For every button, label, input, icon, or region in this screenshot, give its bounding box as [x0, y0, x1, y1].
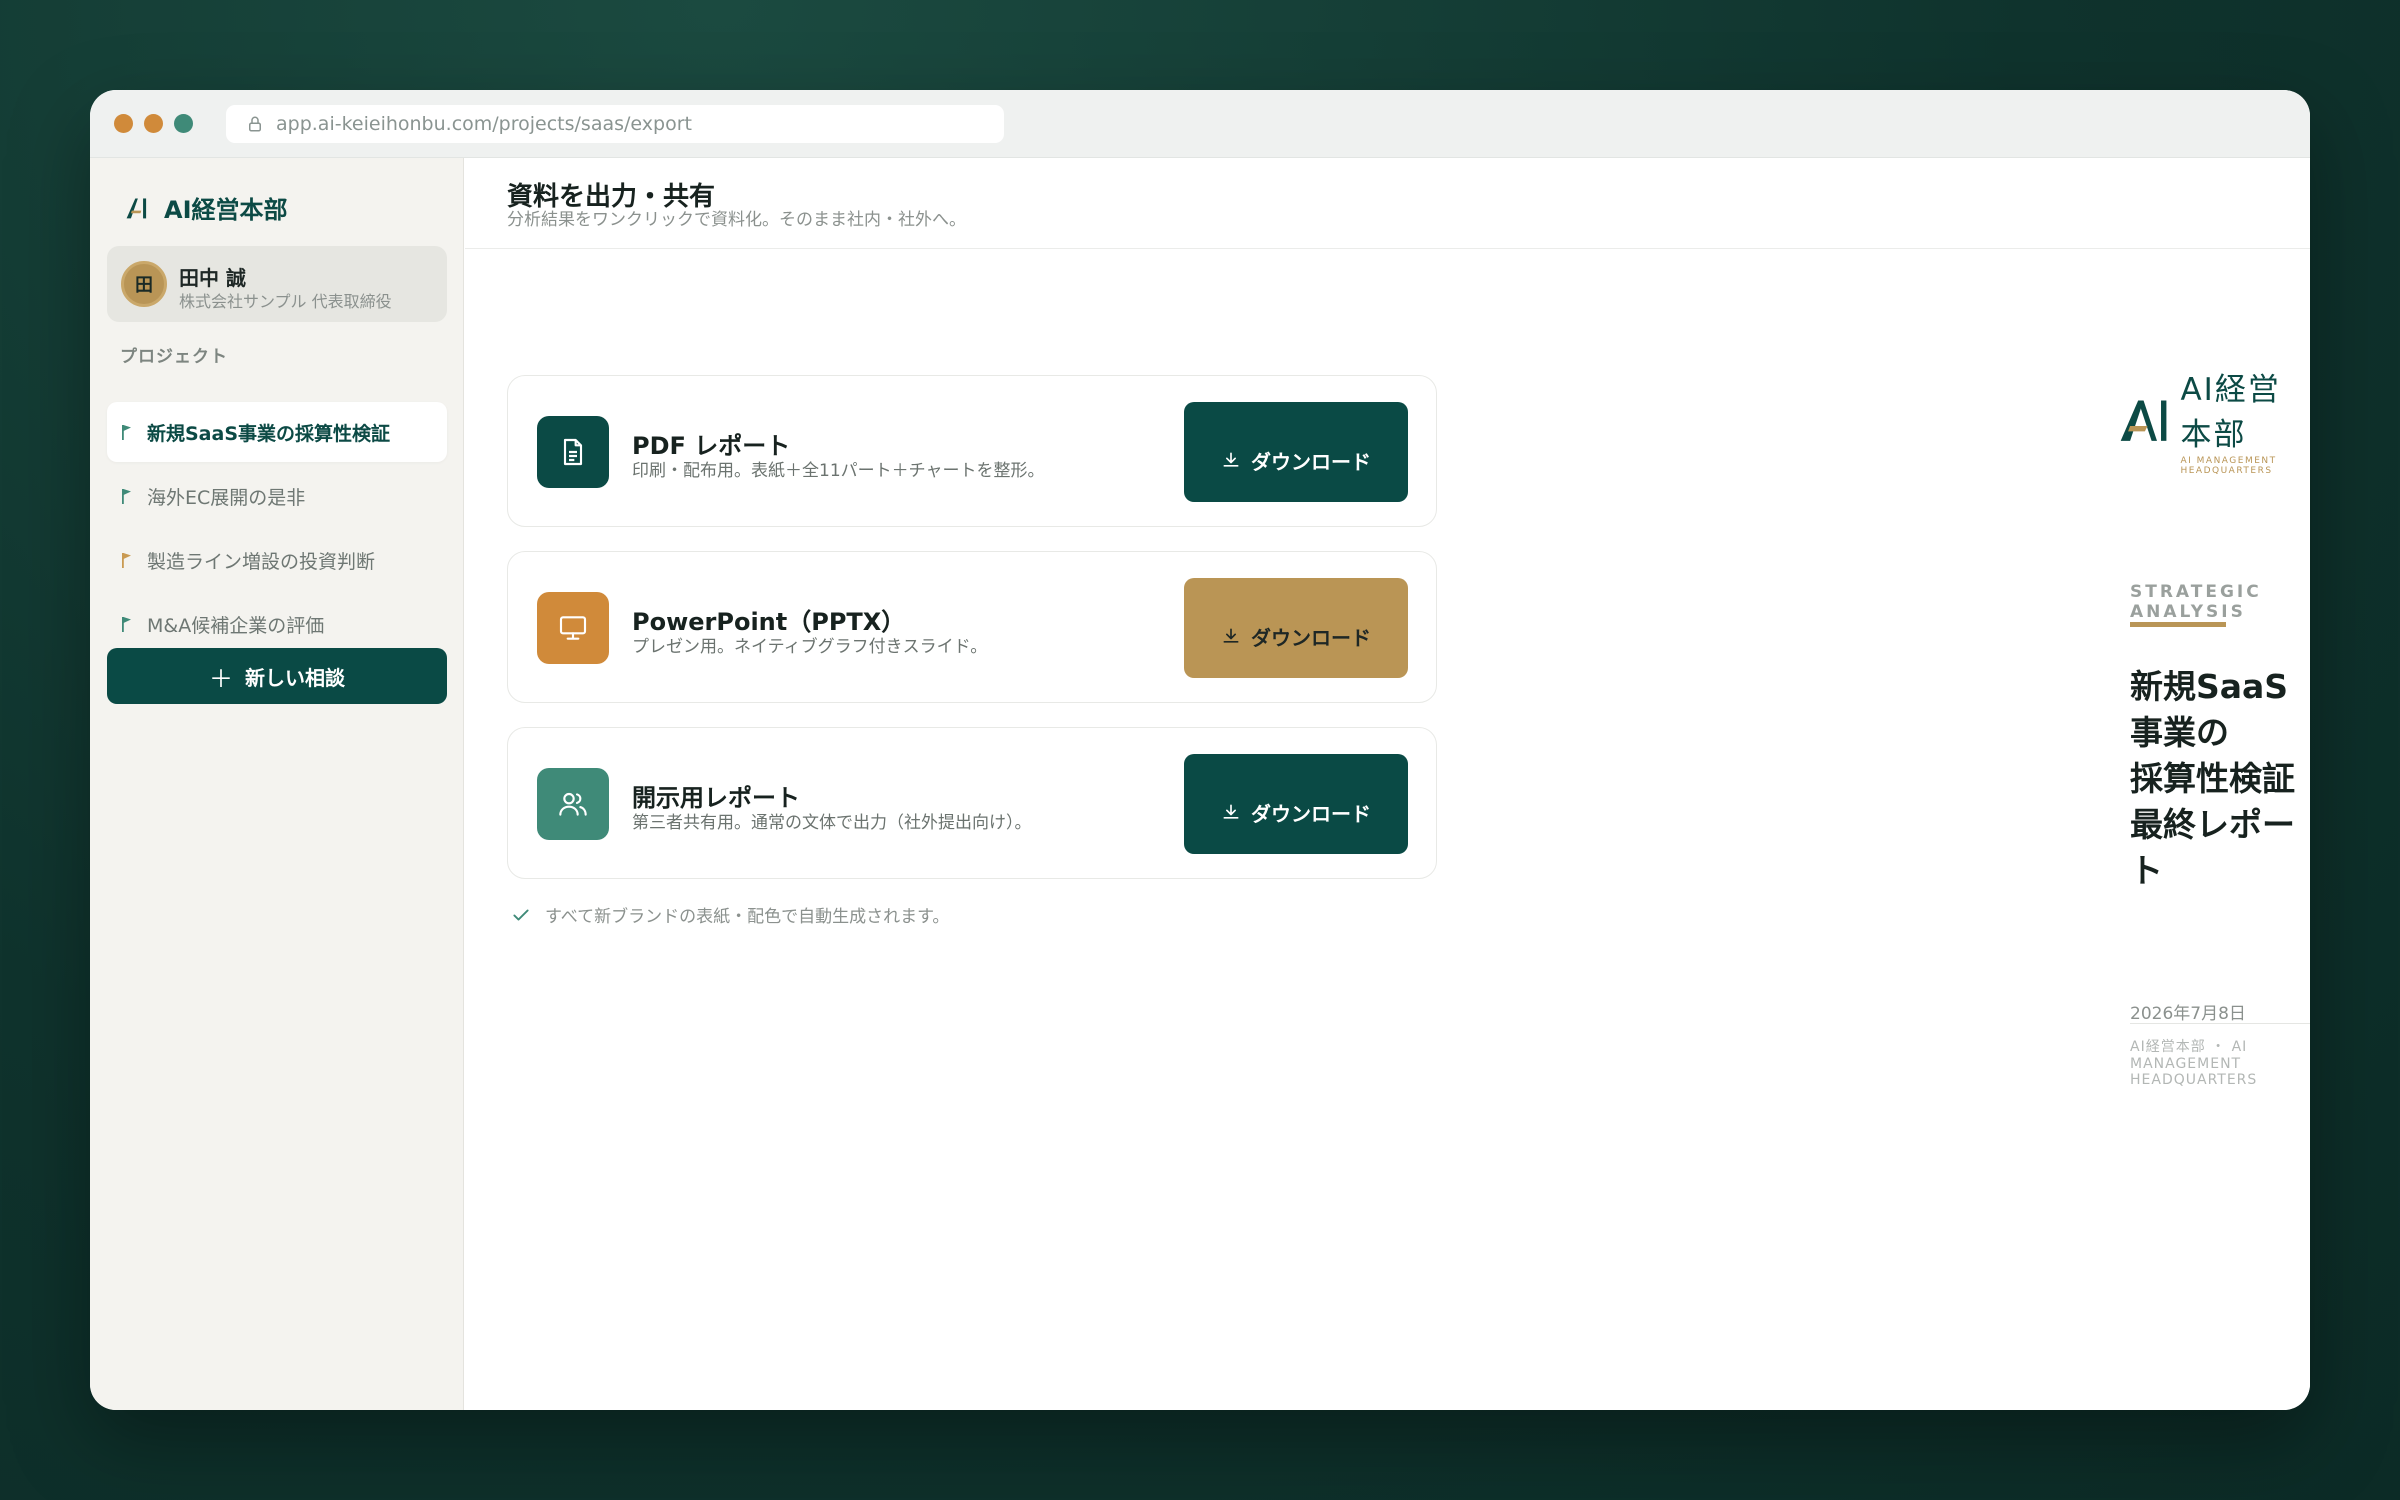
new-consultation-label: 新しい相談 — [245, 665, 345, 690]
report-cover-preview: AI経営本部 AI MANAGEMENT HEADQUARTERS STRATE… — [1730, 158, 2310, 1410]
brand-logo-icon — [2120, 400, 2167, 441]
sidebar-project-saas[interactable]: 新規SaaS事業の採算性検証 — [107, 402, 447, 462]
preview-date: 2026年7月8日 — [2130, 1004, 2246, 1024]
brand-name: AI経営本部 — [164, 196, 288, 224]
download-disclosure-button[interactable]: ダウンロード — [1184, 754, 1408, 854]
export-card-pptx: PowerPoint（PPTX） プレゼン用。ネイティブグラフ付きスライド。 ダ… — [507, 551, 1437, 703]
users-icon — [537, 768, 609, 840]
preview-eyebrow: STRATEGIC ANALYSIS — [2130, 582, 2262, 622]
browser-window: app.ai-keieihonbu.com/projects/saas/expo… — [90, 90, 2310, 1410]
flag-icon — [122, 617, 131, 632]
preview-logo-sub: AI MANAGEMENT HEADQUARTERS — [2180, 456, 2277, 476]
page-subtitle: 分析結果をワンクリックで資料化。そのまま社内・社外へ。 — [507, 210, 966, 230]
flag-icon — [122, 553, 131, 568]
download-pdf-button[interactable]: ダウンロード — [1184, 402, 1408, 502]
url-text: app.ai-keieihonbu.com/projects/saas/expo… — [276, 113, 692, 135]
new-consultation-button[interactable]: ＋ 新しい相談 — [107, 648, 447, 704]
export-card-desc: 印刷・配布用。表紙＋全11パート＋チャートを整形。 — [632, 461, 1045, 481]
preview-footer: AI経営本部 ・ AI MANAGEMENT HEADQUARTERS — [2130, 1039, 2258, 1088]
sidebar-project-label: M&A候補企業の評価 — [147, 614, 325, 637]
download-label: ダウンロード — [1251, 625, 1371, 650]
sidebar-project-manufacturing[interactable]: 製造ライン増設の投資判断 — [107, 530, 447, 590]
flag-icon — [122, 425, 131, 440]
export-card-disclosure: 開示用レポート 第三者共有用。通常の文体で出力（社外提出向け）。 ダウンロード — [507, 727, 1437, 879]
preview-title: 新規SaaS事業の 採算性検証 最終レポート — [2130, 664, 2310, 894]
projects-section-label: プロジェクト — [120, 347, 228, 367]
main-content: 資料を出力・共有 分析結果をワンクリックで資料化。そのまま社内・社外へ。 PDF… — [465, 158, 2310, 1410]
sidebar-project-ma[interactable]: M&A候補企業の評価 — [107, 594, 447, 654]
window-maximize-dot[interactable] — [174, 114, 193, 133]
window-close-dot[interactable] — [114, 114, 133, 133]
lock-icon — [249, 116, 261, 132]
sidebar-project-label: 海外EC展開の是非 — [147, 486, 306, 509]
url-bar[interactable]: app.ai-keieihonbu.com/projects/saas/expo… — [226, 105, 1004, 143]
download-icon — [1223, 628, 1239, 643]
user-name: 田中 誠 — [179, 266, 246, 290]
download-pptx-button[interactable]: ダウンロード — [1184, 578, 1408, 678]
window-minimize-dot[interactable] — [144, 114, 163, 133]
preview-accent-bar — [2130, 622, 2226, 627]
user-role: 株式会社サンプル 代表取締役 — [179, 292, 392, 311]
preview-divider — [2130, 1023, 2310, 1024]
auto-generation-note: すべて新ブランドの表紙・配色で自動生成されます。 — [511, 902, 949, 927]
export-card-pdf: PDF レポート 印刷・配布用。表紙＋全11パート＋チャートを整形。 ダウンロー… — [507, 375, 1437, 527]
avatar: 田 — [121, 261, 167, 307]
document-icon — [537, 416, 609, 488]
preview-title-line1: 新規SaaS事業の — [2130, 667, 2289, 752]
preview-logo-text: AI経営本部 — [2180, 372, 2281, 453]
sidebar-project-ec[interactable]: 海外EC展開の是非 — [107, 466, 447, 526]
brand[interactable]: AI経営本部 — [124, 190, 288, 225]
download-icon — [1223, 804, 1239, 819]
brand-logo-icon — [126, 197, 147, 218]
sidebar-project-label: 製造ライン増設の投資判断 — [147, 550, 376, 573]
sidebar: AI経営本部 田 田中 誠 株式会社サンプル 代表取締役 プロジェクト 新規Sa… — [90, 158, 464, 1410]
flag-icon — [122, 489, 131, 504]
preview-title-line2: 採算性検証 最終レポート — [2130, 759, 2295, 890]
download-label: ダウンロード — [1251, 801, 1371, 826]
preview-logo: AI経営本部 AI MANAGEMENT HEADQUARTERS — [2118, 364, 2310, 476]
export-card-desc: 第三者共有用。通常の文体で出力（社外提出向け）。 — [632, 813, 1032, 833]
plus-icon: ＋ — [209, 664, 233, 693]
check-icon — [513, 909, 529, 920]
monitor-icon — [537, 592, 609, 664]
browser-titlebar: app.ai-keieihonbu.com/projects/saas/expo… — [90, 90, 2310, 158]
user-card[interactable]: 田 田中 誠 株式会社サンプル 代表取締役 — [107, 246, 447, 322]
download-icon — [1223, 452, 1239, 467]
note-text: すべて新ブランドの表紙・配色で自動生成されます。 — [545, 907, 950, 927]
export-card-desc: プレゼン用。ネイティブグラフ付きスライド。 — [632, 637, 988, 657]
sidebar-project-label: 新規SaaS事業の採算性検証 — [147, 422, 391, 445]
download-label: ダウンロード — [1251, 449, 1371, 474]
